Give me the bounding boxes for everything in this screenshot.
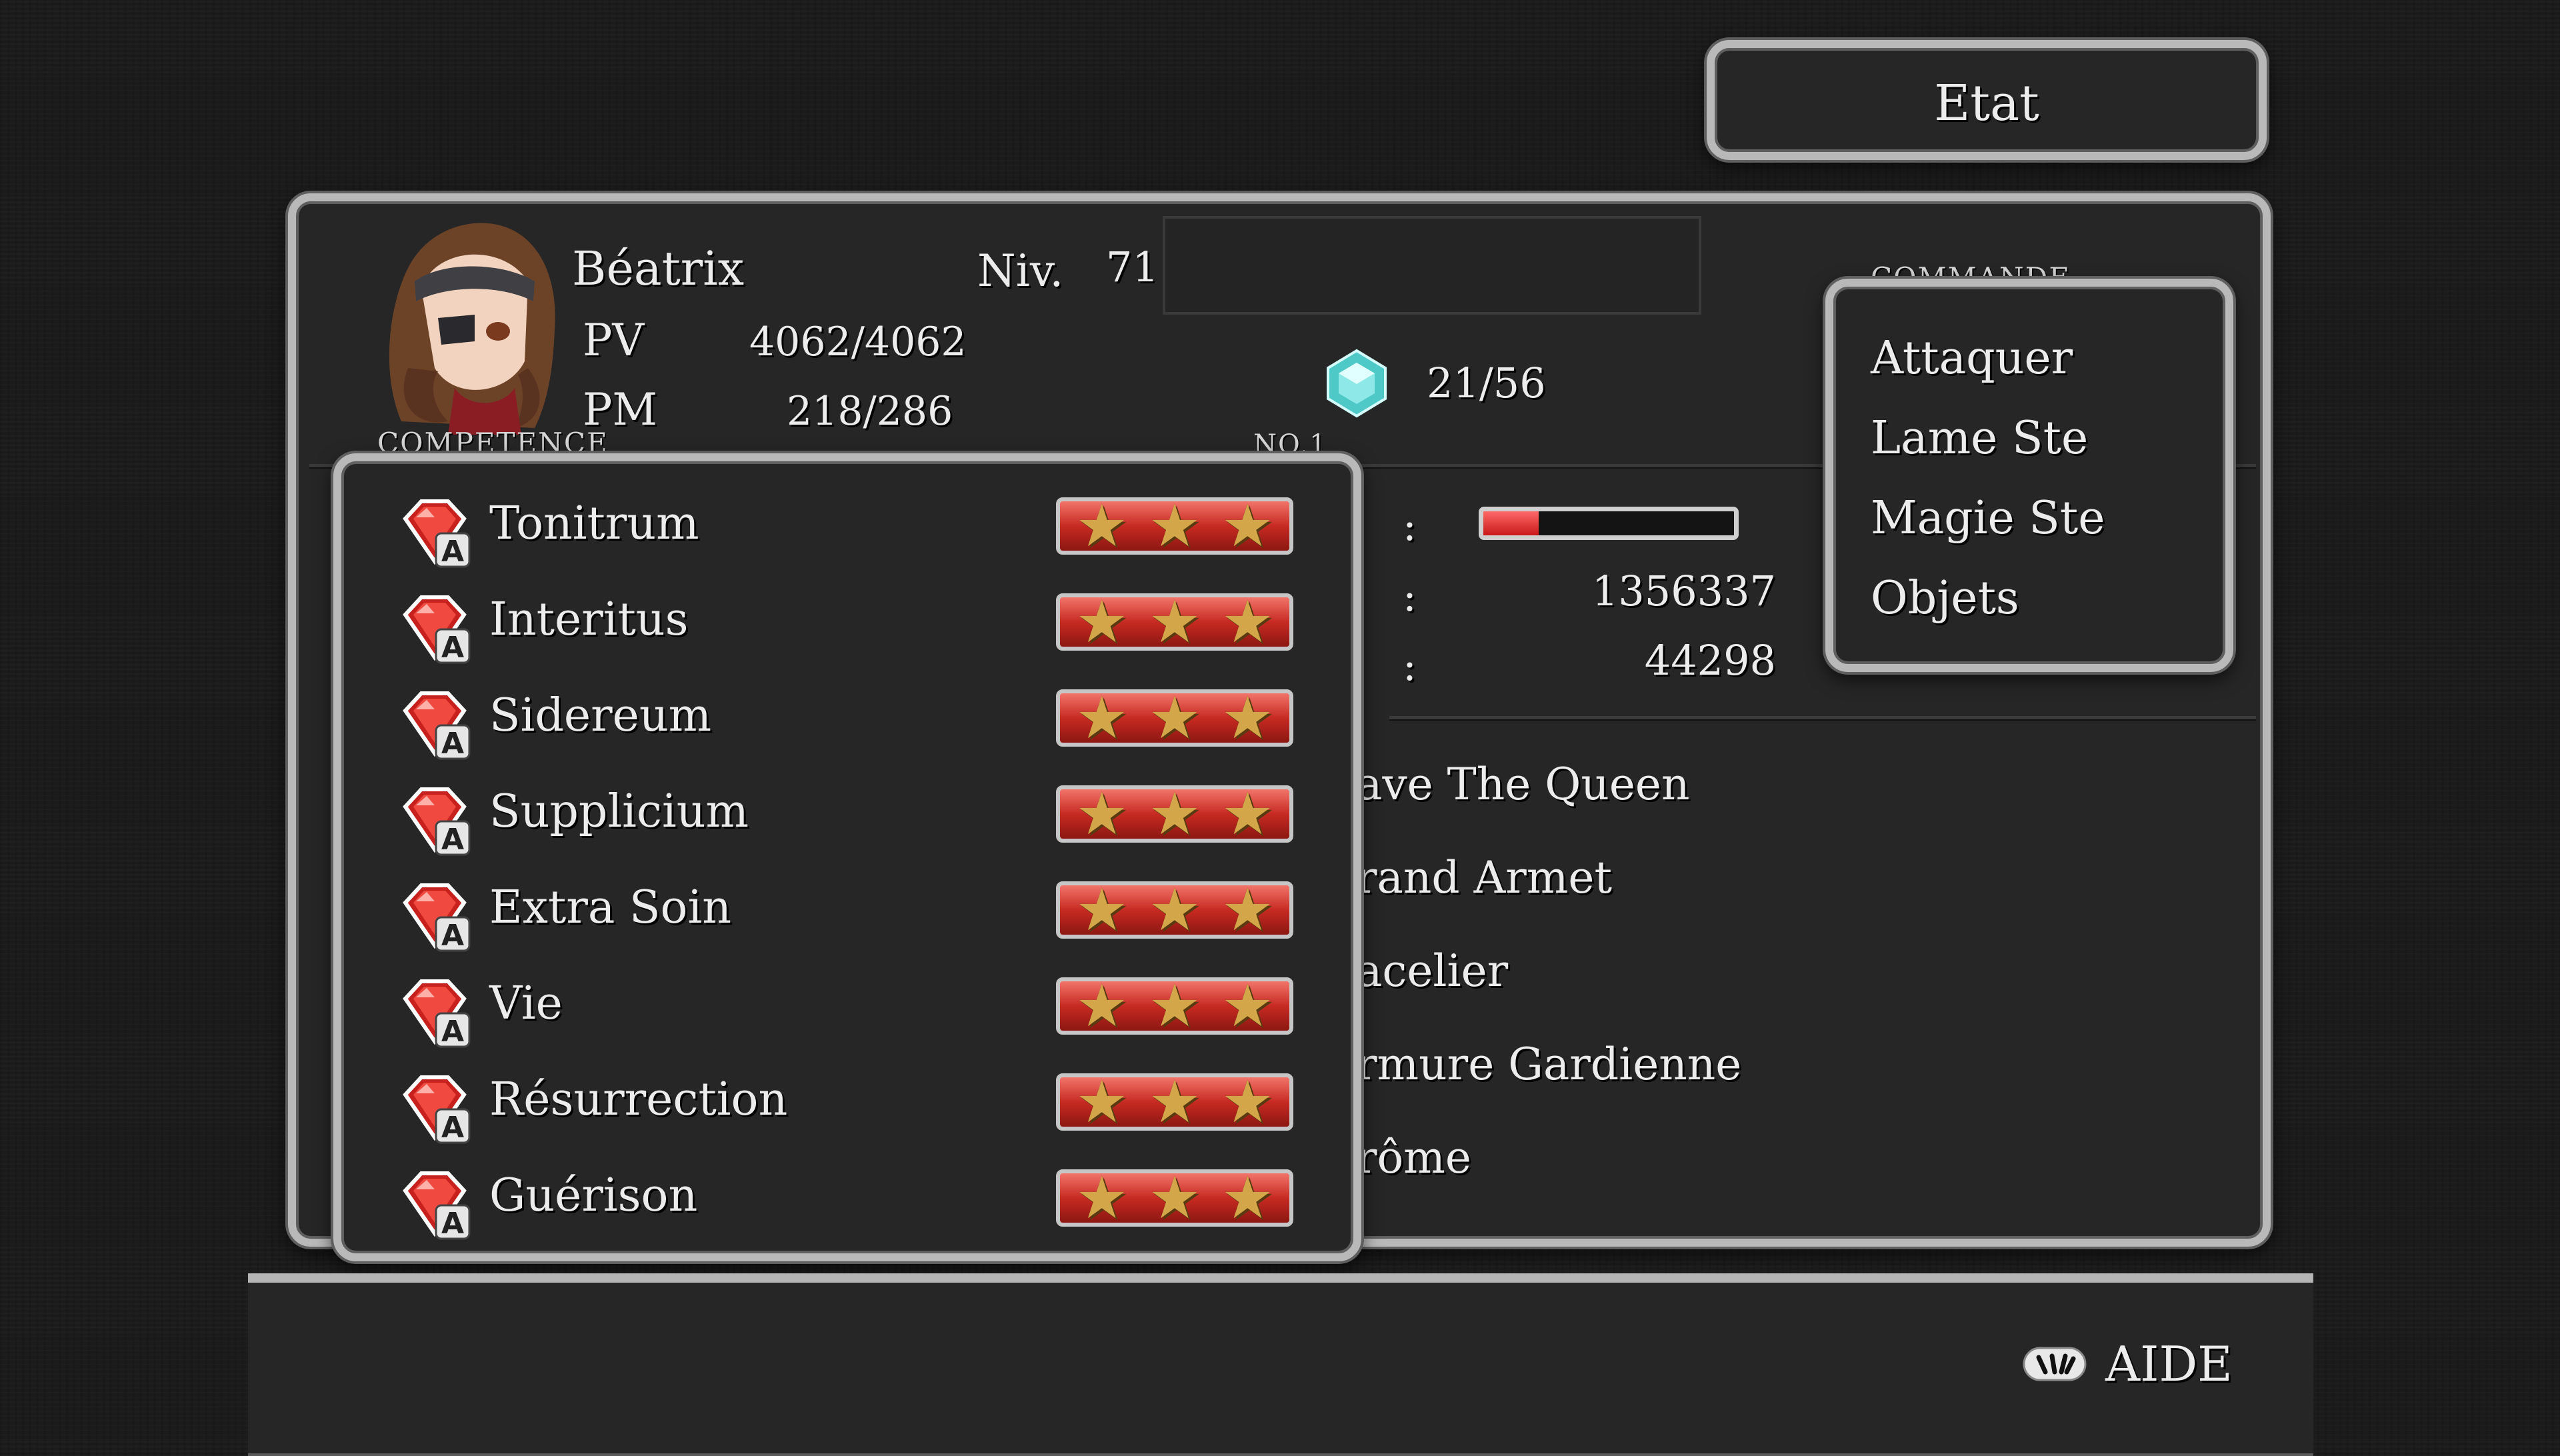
panel-divider-2 <box>1389 716 2256 721</box>
svg-text:A: A <box>441 535 464 569</box>
magic-stone-count: 21/56 <box>1427 359 1546 407</box>
mastery-star-icon: ★ <box>1148 1067 1201 1136</box>
ability-row[interactable]: A Sidereum ★ ★ ★ <box>396 677 1329 764</box>
ability-gauge <box>1479 507 1739 540</box>
level-value: 71 <box>1106 243 1159 291</box>
mastery-star-icon: ★ <box>1148 587 1201 656</box>
ability-row[interactable]: A Extra Soin ★ ★ ★ <box>396 869 1329 956</box>
equipment-weapon[interactable]: ave The Queen <box>1356 759 1689 810</box>
ability-gem-icon: A <box>403 979 471 1049</box>
ability-row[interactable]: A Résurrection ★ ★ ★ <box>396 1061 1329 1148</box>
equipment-body[interactable]: rmure Gardienne <box>1356 1039 1741 1090</box>
ability-row[interactable]: A Guérison ★ ★ ★ <box>396 1157 1329 1244</box>
ability-gem-icon: A <box>403 691 471 761</box>
help-label[interactable]: AIDE <box>2105 1336 2233 1392</box>
command-white-magic[interactable]: Magie Ste <box>1871 492 2105 545</box>
mastery-star-icon: ★ <box>1221 1067 1274 1136</box>
ability-mastery-bar: ★ ★ ★ <box>1056 1169 1293 1227</box>
ability-gauge-fill <box>1483 511 1539 535</box>
name-field-box <box>1163 216 1701 315</box>
mastery-star-icon: ★ <box>1148 971 1201 1040</box>
ability-mastery-bar: ★ ★ ★ <box>1056 1073 1293 1131</box>
ability-name: Supplicium <box>489 785 749 838</box>
ability-row[interactable]: A Supplicium ★ ★ ★ <box>396 773 1329 860</box>
exp-colon: : <box>1403 572 1417 621</box>
status-button[interactable]: Etat <box>1707 40 2267 160</box>
mastery-star-icon: ★ <box>1221 683 1274 752</box>
svg-text:A: A <box>441 919 464 953</box>
mp-value: 218/286 <box>787 388 953 435</box>
mastery-star-icon: ★ <box>1148 875 1201 944</box>
mastery-star-icon: ★ <box>1221 1163 1274 1232</box>
svg-text:A: A <box>441 1015 464 1049</box>
ability-mastery-bar: ★ ★ ★ <box>1056 593 1293 651</box>
mastery-star-icon: ★ <box>1148 1163 1201 1232</box>
command-sword-tech[interactable]: Lame Ste <box>1871 412 2088 465</box>
mastery-star-icon: ★ <box>1221 491 1274 560</box>
ability-mastery-bar: ★ ★ ★ <box>1056 785 1293 843</box>
hp-label: PV <box>583 315 645 366</box>
mastery-star-icon: ★ <box>1148 779 1201 848</box>
ability-name: Guérison <box>489 1169 698 1222</box>
ability-row[interactable]: A Vie ★ ★ ★ <box>396 965 1329 1052</box>
level-label: Niv. <box>977 245 1064 297</box>
ability-mastery-bar: ★ ★ ★ <box>1056 497 1293 555</box>
mastery-star-icon: ★ <box>1075 971 1129 1040</box>
ability-row[interactable]: A Tonitrum ★ ★ ★ <box>396 485 1329 572</box>
svg-text:A: A <box>441 823 464 857</box>
ability-name: Sidereum <box>489 689 712 742</box>
mastery-star-icon: ★ <box>1221 875 1274 944</box>
gauge-colon: : <box>1403 501 1417 550</box>
svg-text:A: A <box>441 1207 464 1241</box>
mastery-star-icon: ★ <box>1221 587 1274 656</box>
hp-value: 4062/4062 <box>749 319 967 365</box>
next-value: 44298 <box>1644 636 1776 685</box>
command-panel: Attaquer Lame Ste Magie Ste Objets <box>1825 279 2233 672</box>
ability-gem-icon: A <box>403 499 471 569</box>
ability-gem-icon: A <box>403 883 471 953</box>
ability-mastery-bar: ★ ★ ★ <box>1056 977 1293 1035</box>
ability-gem-icon: A <box>403 1171 471 1241</box>
mastery-star-icon: ★ <box>1221 971 1274 1040</box>
ability-panel: A Tonitrum ★ ★ ★ A Interitus ★ ★ ★ A Sidereum ★ ★ ★ A Su… <box>333 453 1361 1261</box>
ability-name: Extra Soin <box>489 881 732 934</box>
ability-name: Résurrection <box>489 1073 788 1126</box>
equipment-arm[interactable]: acelier <box>1356 945 1508 997</box>
mastery-star-icon: ★ <box>1148 683 1201 752</box>
status-button-label: Etat <box>1934 75 2039 132</box>
exp-value: 1356337 <box>1591 567 1776 615</box>
svg-text:A: A <box>441 727 464 761</box>
ability-gem-icon: A <box>403 1075 471 1145</box>
mastery-star-icon: ★ <box>1221 779 1274 848</box>
ability-row[interactable]: A Interitus ★ ★ ★ <box>396 581 1329 668</box>
ability-name: Tonitrum <box>489 497 699 550</box>
svg-text:A: A <box>441 631 464 665</box>
equipment-accessory[interactable]: rôme <box>1356 1132 1471 1183</box>
mastery-star-icon: ★ <box>1075 875 1129 944</box>
mastery-star-icon: ★ <box>1075 1163 1129 1232</box>
command-items[interactable]: Objets <box>1871 572 2019 625</box>
svg-text:A: A <box>441 1111 464 1145</box>
ability-mastery-bar: ★ ★ ★ <box>1056 689 1293 747</box>
mastery-star-icon: ★ <box>1075 491 1129 560</box>
ability-name: Interitus <box>489 593 689 646</box>
command-attack[interactable]: Attaquer <box>1871 332 2073 385</box>
character-name: Béatrix <box>572 241 745 296</box>
mastery-star-icon: ★ <box>1075 779 1129 848</box>
mastery-star-icon: ★ <box>1075 1067 1129 1136</box>
mastery-star-icon: ★ <box>1148 491 1201 560</box>
magic-stone-icon <box>1327 349 1387 418</box>
mastery-star-icon: ★ <box>1075 587 1129 656</box>
controller-button-icon <box>2023 1347 2087 1381</box>
ability-name: Vie <box>489 977 563 1030</box>
next-colon: : <box>1403 641 1417 690</box>
help-bar: AIDE <box>248 1273 2313 1456</box>
equipment-head[interactable]: rand Armet <box>1356 852 1612 903</box>
mastery-star-icon: ★ <box>1075 683 1129 752</box>
ability-gem-icon: A <box>403 595 471 665</box>
ability-gem-icon: A <box>403 787 471 857</box>
ability-mastery-bar: ★ ★ ★ <box>1056 881 1293 939</box>
character-portrait <box>389 223 555 435</box>
